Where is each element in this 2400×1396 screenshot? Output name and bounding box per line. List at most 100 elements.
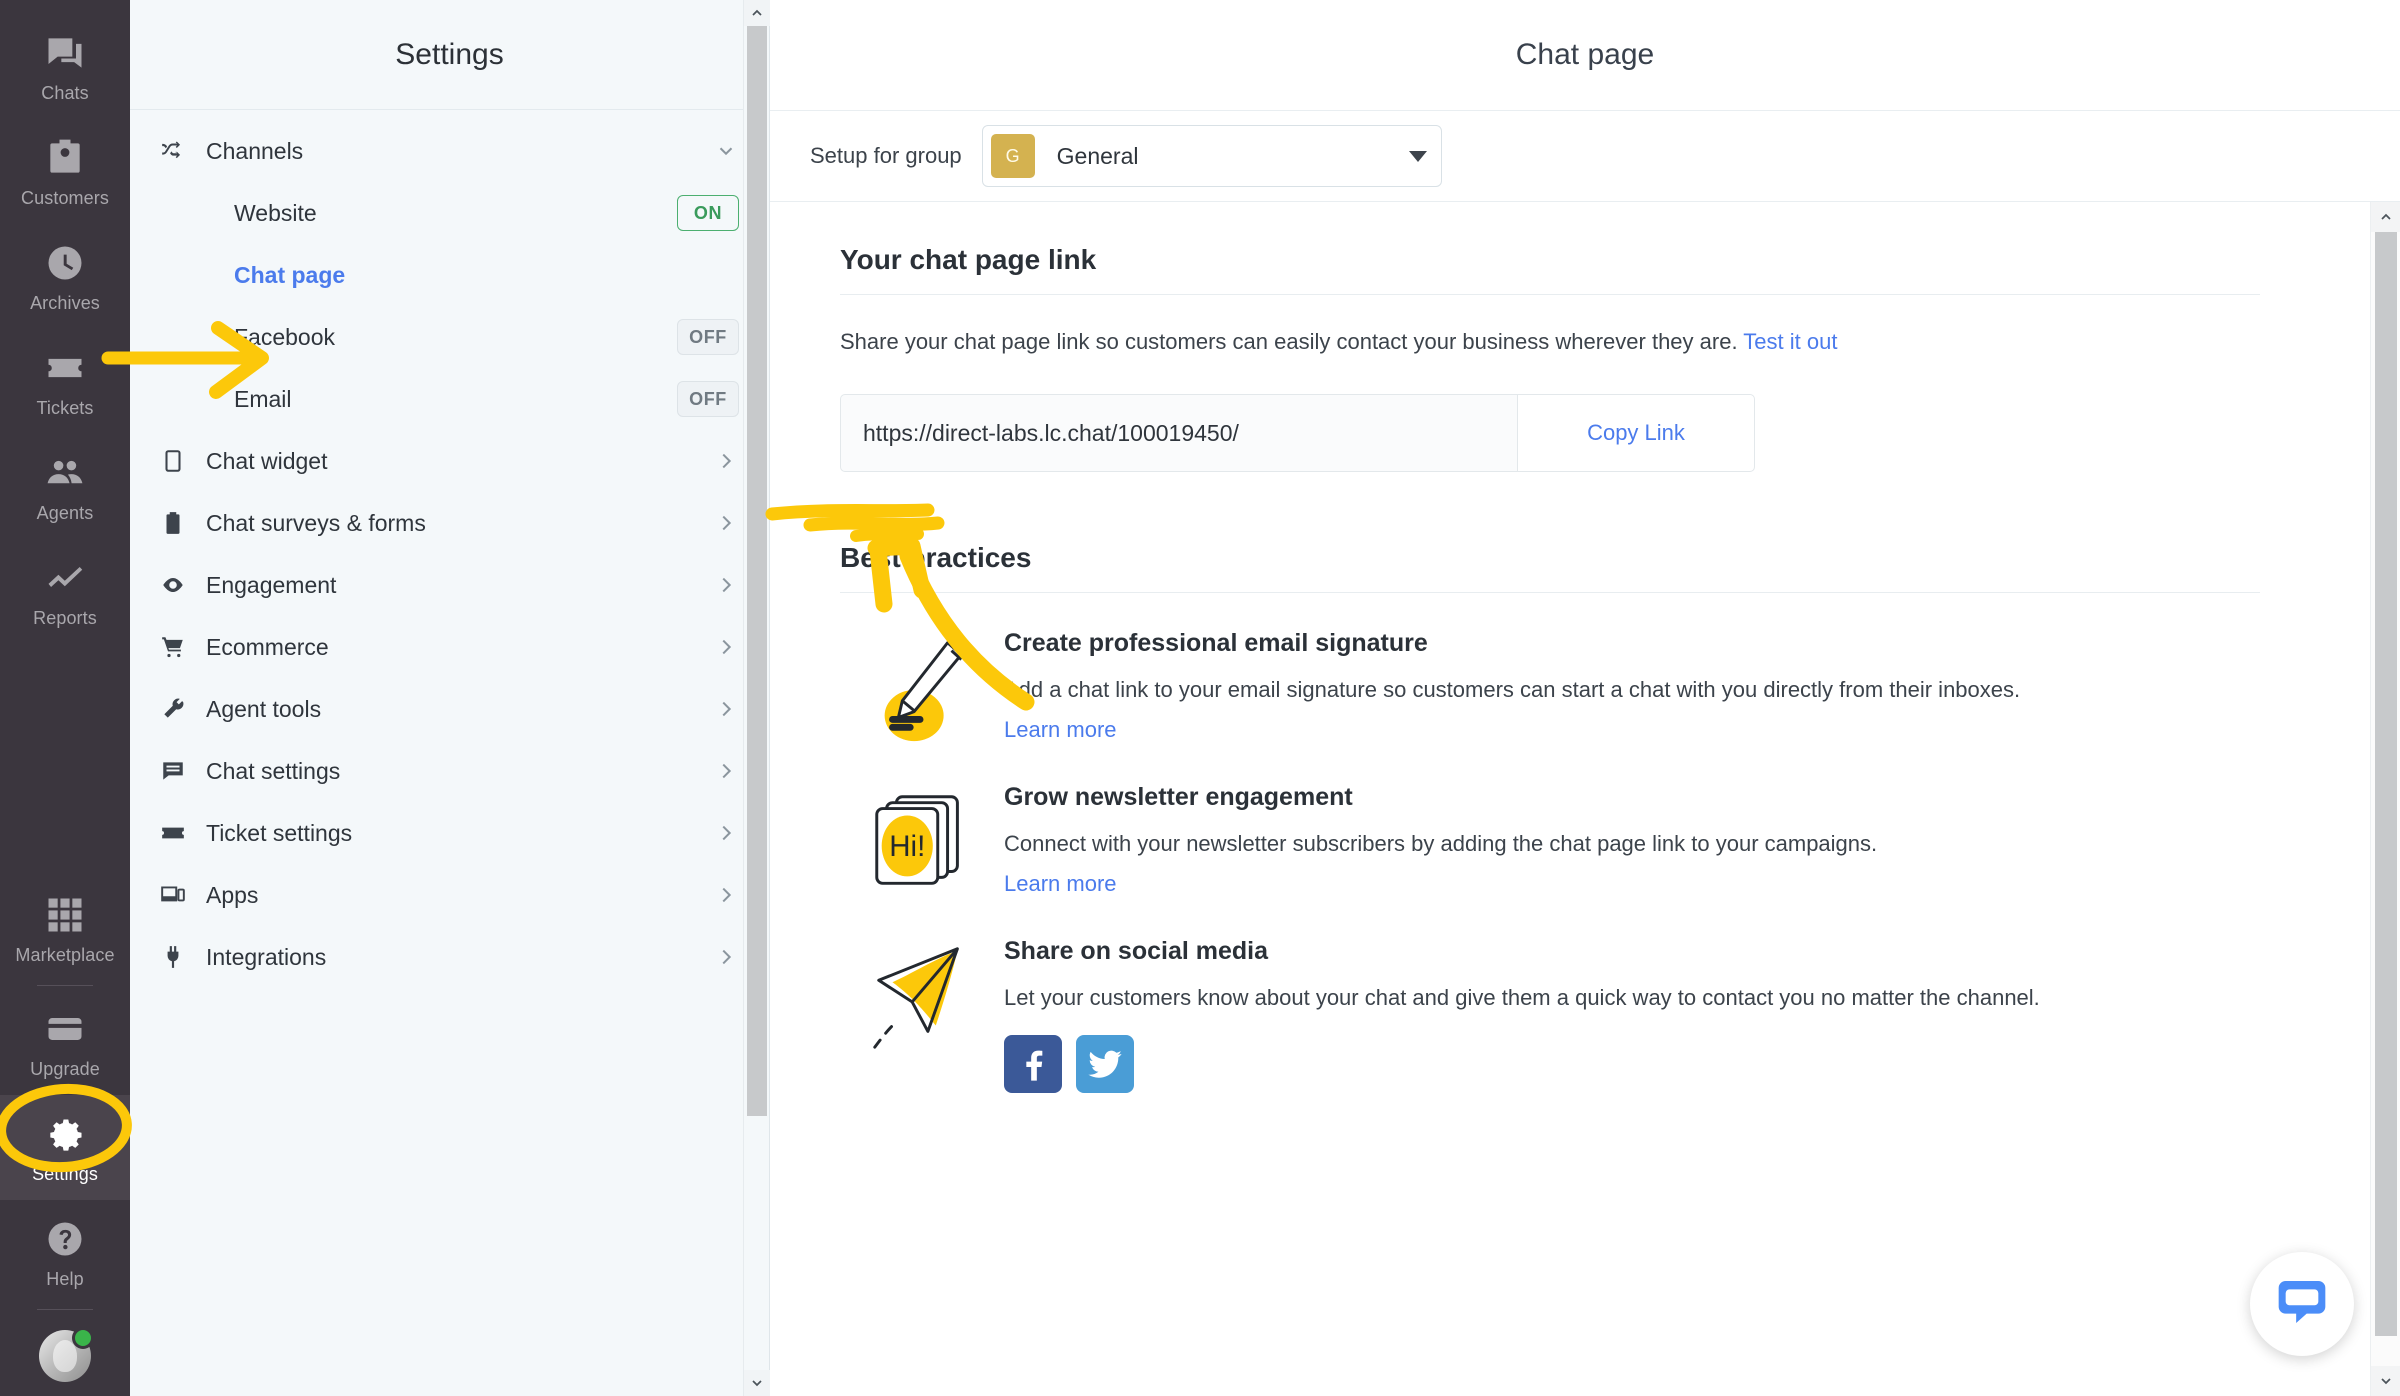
channels-icon: [160, 138, 206, 164]
best-practice-item: Create professional email signature Add …: [840, 625, 2260, 747]
sidebar-item-website[interactable]: Website ON: [130, 182, 769, 244]
sidebar-item-label: Chat settings: [206, 757, 341, 784]
chat-page-link-row: https://direct-labs.lc.chat/100019450/ C…: [840, 394, 1755, 472]
best-practice-title: Grow newsletter engagement: [1004, 783, 1353, 811]
scroll-up-arrow-icon[interactable]: [2371, 202, 2400, 232]
chevron-right-icon: [713, 510, 739, 536]
sidebar-item-engagement[interactable]: Engagement: [130, 554, 769, 616]
best-practice-body: Add a chat link to your email signature …: [1004, 677, 2021, 702]
description-text: Share your chat page link so customers c…: [840, 329, 1738, 354]
rail-item-label: Agents: [36, 502, 94, 523]
sidebar-item-integrations[interactable]: Integrations: [130, 926, 769, 988]
eye-icon: [160, 572, 206, 598]
rail-item-tickets[interactable]: Tickets: [0, 329, 130, 434]
reports-chart-icon: [42, 555, 88, 601]
wrench-icon: [160, 696, 206, 722]
rail-item-reports[interactable]: Reports: [0, 539, 130, 644]
learn-more-link[interactable]: Learn more: [1004, 871, 1117, 897]
sidebar-item-channels[interactable]: Channels: [130, 120, 769, 182]
rail-item-help[interactable]: Help: [0, 1200, 130, 1305]
rail-item-label: Tickets: [36, 397, 94, 418]
tickets-icon: [42, 345, 88, 391]
rail-divider: [37, 985, 93, 986]
ticket-icon: [160, 820, 206, 846]
sidebar-scroll-thumb[interactable]: [747, 26, 767, 1116]
sidebar-item-chat-page[interactable]: Chat page: [130, 244, 769, 306]
chat-widget-launcher[interactable]: [2250, 1252, 2354, 1356]
chevron-right-icon: [713, 944, 739, 970]
chat-bubble-icon: [2274, 1274, 2330, 1335]
rail-item-customers[interactable]: Customers: [0, 119, 130, 224]
status-badge-website[interactable]: ON: [677, 195, 739, 231]
sidebar-item-ecommerce[interactable]: Ecommerce: [130, 616, 769, 678]
sidebar-item-email[interactable]: Email OFF: [130, 368, 769, 430]
newsletter-cards-icon: Hi!: [840, 779, 1004, 901]
sidebar-item-label: Chat page: [234, 261, 346, 288]
best-practice-title: Share on social media: [1004, 937, 1268, 965]
avatar-container[interactable]: [0, 1314, 130, 1382]
rail-item-label: Chats: [41, 82, 89, 103]
chat-page-url[interactable]: https://direct-labs.lc.chat/100019450/: [840, 394, 1517, 472]
group-selector-bar: Setup for group G General: [770, 110, 2400, 202]
facebook-icon[interactable]: [1004, 1034, 1062, 1093]
sidebar-item-chat-surveys-forms[interactable]: Chat surveys & forms: [130, 492, 769, 554]
scroll-up-arrow-icon[interactable]: [744, 0, 770, 26]
scroll-down-arrow-icon[interactable]: [744, 1370, 770, 1396]
main-scroll-area: Your chat page link Share your chat page…: [770, 202, 2400, 1396]
avatar[interactable]: [39, 1327, 94, 1382]
rail-item-agents[interactable]: Agents: [0, 434, 130, 539]
main-header: Chat page: [770, 0, 2400, 110]
marketplace-grid-icon: [42, 892, 88, 938]
chat-lines-icon: [160, 758, 206, 784]
copy-link-button[interactable]: Copy Link: [1517, 394, 1755, 472]
sidebar-item-chat-widget[interactable]: Chat widget: [130, 430, 769, 492]
sidebar-item-facebook[interactable]: Facebook OFF: [130, 306, 769, 368]
rail-item-label: Customers: [21, 187, 109, 208]
main-scroll-thumb[interactable]: [2375, 232, 2397, 1336]
cart-icon: [160, 634, 206, 660]
twitter-icon[interactable]: [1076, 1034, 1134, 1093]
learn-more-link[interactable]: Learn more: [1004, 717, 1117, 743]
sidebar-item-label: Chat surveys & forms: [206, 509, 426, 536]
status-online-dot: [72, 1327, 94, 1349]
gear-icon: [42, 1111, 88, 1157]
status-badge-email[interactable]: OFF: [677, 381, 739, 417]
group-selected-value: General: [1056, 142, 1139, 169]
app-root: Chats Customers Archives Tickets Agents …: [0, 0, 2400, 1396]
sidebar-item-agent-tools[interactable]: Agent tools: [130, 678, 769, 740]
chevron-right-icon: [713, 758, 739, 784]
sidebar-item-apps[interactable]: Apps: [130, 864, 769, 926]
scroll-down-arrow-icon[interactable]: [2371, 1366, 2400, 1396]
sidebar-item-chat-settings[interactable]: Chat settings: [130, 740, 769, 802]
svg-text:Hi!: Hi!: [889, 830, 925, 863]
rail-item-upgrade[interactable]: Upgrade: [0, 990, 130, 1095]
group-selector-label: Setup for group: [810, 143, 962, 168]
group-select[interactable]: G General: [981, 125, 1442, 187]
rail-item-chats[interactable]: Chats: [0, 14, 130, 119]
divider: [840, 294, 2260, 295]
rail-item-label: Reports: [33, 607, 97, 628]
chevron-down-icon: [713, 138, 739, 164]
sidebar-scrollbar[interactable]: [743, 0, 770, 1396]
help-question-icon: [42, 1216, 88, 1262]
chevron-right-icon: [713, 696, 739, 722]
archives-clock-icon: [42, 240, 88, 286]
main-scrollbar[interactable]: [2370, 202, 2400, 1396]
sidebar-item-label: Ticket settings: [206, 819, 353, 846]
best-practice-body: Connect with your newsletter subscribers…: [1004, 831, 1878, 856]
group-avatar: G: [990, 134, 1035, 178]
rail-item-settings[interactable]: Settings: [0, 1095, 130, 1200]
rail-item-marketplace[interactable]: Marketplace: [0, 876, 130, 981]
best-practice-body: Let your customers know about your chat …: [1004, 985, 2040, 1010]
status-badge-facebook[interactable]: OFF: [677, 319, 739, 355]
sidebar-item-ticket-settings[interactable]: Ticket settings: [130, 802, 769, 864]
rail-item-archives[interactable]: Archives: [0, 224, 130, 329]
rail-divider: [37, 1309, 93, 1310]
test-it-out-link[interactable]: Test it out: [1743, 329, 1837, 354]
best-practice-text: Create professional email signature Add …: [1004, 625, 2260, 747]
content-column: Your chat page link Share your chat page…: [840, 202, 2260, 1093]
agents-icon: [42, 450, 88, 496]
settings-header: Settings: [130, 0, 769, 110]
sidebar-item-label: Facebook: [234, 323, 336, 350]
apps-monitor-icon: [160, 882, 206, 908]
